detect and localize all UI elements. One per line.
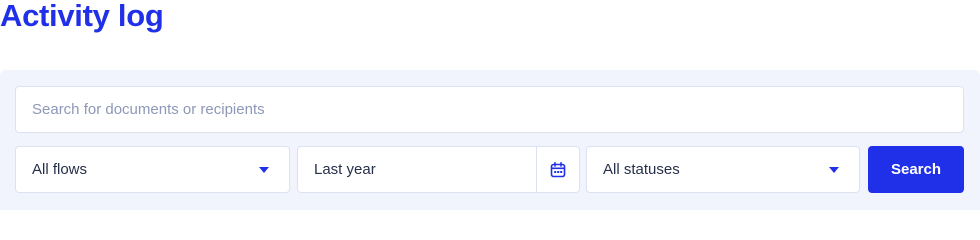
flows-select-value: All flows xyxy=(32,161,88,178)
chevron-down-icon xyxy=(259,167,269,173)
status-select[interactable]: All statuses xyxy=(586,146,860,193)
search-placeholder: Search for documents or recipients xyxy=(32,101,265,118)
page-title: Activity log xyxy=(0,0,164,33)
status-select-value: All statuses xyxy=(603,161,680,178)
search-button[interactable]: Search xyxy=(868,146,964,193)
calendar-icon[interactable] xyxy=(537,147,579,192)
date-range-value: Last year xyxy=(314,161,376,178)
date-range-field[interactable]: Last year xyxy=(297,146,580,193)
filter-panel: Search for documents or recipients All f… xyxy=(0,70,980,210)
search-input[interactable]: Search for documents or recipients xyxy=(15,86,964,133)
flows-select[interactable]: All flows xyxy=(15,146,290,193)
chevron-down-icon xyxy=(829,167,839,173)
